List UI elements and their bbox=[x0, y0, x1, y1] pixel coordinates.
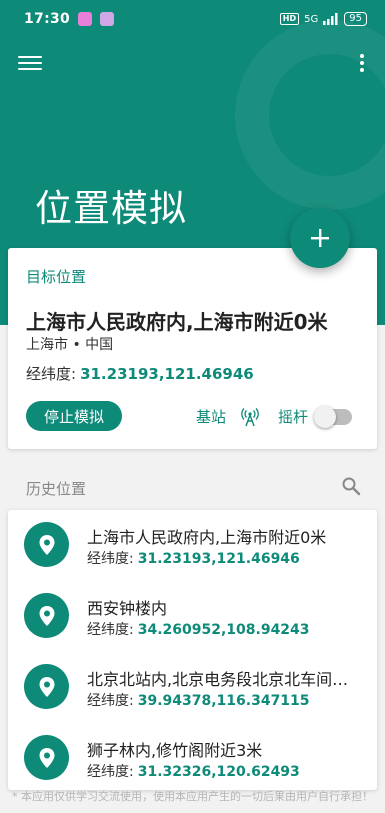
history-list: 上海市人民政府内,上海市附近0米 经纬度: 31.23193,121.46946 … bbox=[8, 510, 377, 790]
joystick-label: 摇杆 bbox=[278, 408, 309, 426]
status-bar: 17:30 HD 5G 95 bbox=[0, 0, 385, 38]
history-item-coords: 34.260952,108.94243 bbox=[137, 622, 310, 638]
joystick-control: 摇杆 bbox=[278, 405, 353, 428]
more-options-icon[interactable] bbox=[357, 52, 367, 74]
camera-app-icon bbox=[78, 12, 93, 26]
history-item-coords-row: 经纬度: 34.260952,108.94243 bbox=[87, 619, 310, 639]
coords-label: 经纬度: bbox=[87, 764, 134, 780]
status-time: 17:30 bbox=[24, 11, 71, 27]
add-location-button[interactable] bbox=[290, 208, 350, 268]
signal-icon bbox=[323, 13, 338, 25]
history-item-coords-row: 经纬度: 31.23193,121.46946 bbox=[87, 548, 300, 568]
station-button[interactable]: 基站 bbox=[196, 406, 260, 427]
station-label: 基站 bbox=[196, 408, 227, 426]
history-item-coords: 39.94378,116.347115 bbox=[137, 693, 310, 709]
coords-label: 经纬度: bbox=[87, 693, 134, 709]
history-item-name: 狮子林内,修竹阁附近3米 bbox=[87, 741, 263, 760]
history-item[interactable]: 北京北站内,北京电务段北京北车间北京北站信号工区附近6米 经纬度:39.9437… bbox=[8, 652, 377, 722]
location-pin-icon bbox=[24, 664, 69, 709]
history-item-name: 上海市人民政府内,上海市附近0米 bbox=[87, 528, 327, 547]
antenna-icon bbox=[241, 407, 259, 426]
app-bar bbox=[0, 46, 385, 82]
history-item[interactable]: 西安钟楼内 经纬度: 34.260952,108.94243 bbox=[8, 581, 377, 651]
history-item-coords-row: 经纬度: 39.94378,116.347115 bbox=[87, 690, 310, 710]
history-item-coords: 31.32326,120.62493 bbox=[137, 764, 300, 780]
history-item[interactable]: 上海市人民政府内,上海市附近0米 经纬度: 31.23193,121.46946 bbox=[8, 510, 377, 580]
history-item-name: 西安钟楼内 bbox=[87, 599, 168, 618]
location-pin-icon bbox=[24, 522, 69, 567]
coords-label: 经纬度: bbox=[87, 551, 134, 567]
joystick-toggle[interactable] bbox=[314, 405, 353, 428]
gallery-app-icon bbox=[100, 12, 115, 26]
history-item[interactable]: 狮子林内,修竹阁附近3米 经纬度: 31.32326,120.62493 bbox=[8, 723, 377, 790]
coords-label: 经纬度: bbox=[87, 622, 134, 638]
stop-simulation-button[interactable]: 停止模拟 bbox=[26, 401, 122, 431]
target-address: 上海市人民政府内,上海市附近0米 bbox=[26, 310, 328, 334]
history-title: 历史位置 bbox=[26, 480, 87, 498]
target-location-card: 目标位置 上海市人民政府内,上海市附近0米 上海市 • 中国 经纬度: 31.23… bbox=[8, 248, 377, 449]
plus-icon bbox=[311, 229, 329, 247]
coords-label: 经纬度: bbox=[26, 365, 77, 383]
history-item-coords: 31.23193,121.46946 bbox=[137, 551, 300, 567]
target-coords-value: 31.23193,121.46946 bbox=[80, 365, 254, 383]
disclaimer-note: * 本应用仅供学习交流使用，使用本应用产生的一切后果由用户自行承担！ bbox=[12, 790, 373, 803]
history-item-name: 北京北站内,北京电务段北京北车间北京北站信号工区附近6米 bbox=[87, 670, 362, 689]
history-item-coords-row: 经纬度: 31.32326,120.62493 bbox=[87, 761, 300, 781]
menu-icon[interactable] bbox=[18, 52, 42, 74]
target-city: 上海市 • 中国 bbox=[26, 337, 114, 353]
location-pin-icon bbox=[24, 593, 69, 638]
hd-icon: HD bbox=[279, 13, 300, 25]
search-icon[interactable] bbox=[340, 475, 362, 497]
target-coords-row: 经纬度: 31.23193,121.46946 bbox=[26, 363, 254, 384]
location-pin-icon bbox=[24, 735, 69, 780]
network-type: 5G bbox=[304, 13, 319, 25]
target-label: 目标位置 bbox=[26, 268, 87, 286]
battery-indicator: 95 bbox=[344, 12, 367, 26]
page-title: 位置模拟 bbox=[35, 187, 187, 230]
